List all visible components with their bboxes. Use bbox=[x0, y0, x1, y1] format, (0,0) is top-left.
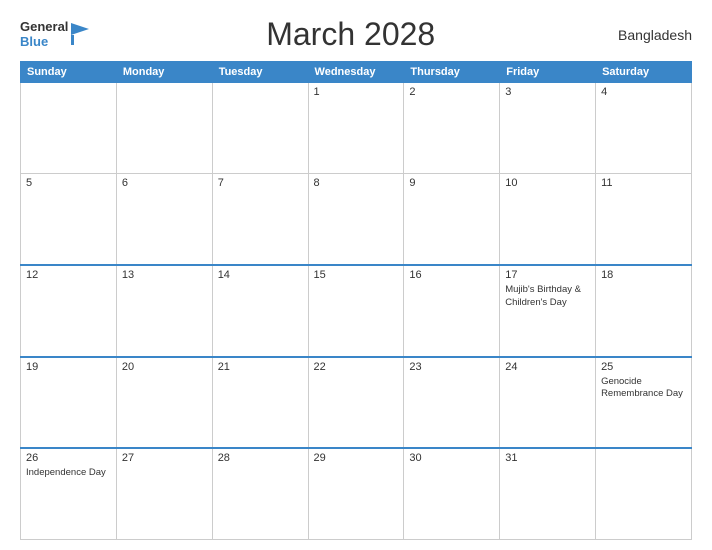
day-number: 22 bbox=[314, 361, 399, 373]
day-number: 11 bbox=[601, 177, 686, 189]
calendar-cell: 6 bbox=[116, 174, 212, 265]
day-number: 14 bbox=[218, 269, 303, 281]
day-number: 1 bbox=[314, 86, 399, 98]
day-number: 10 bbox=[505, 177, 590, 189]
weekday-header: Thursday bbox=[404, 62, 500, 83]
weekday-header: Friday bbox=[500, 62, 596, 83]
day-number: 26 bbox=[26, 452, 111, 464]
day-number: 31 bbox=[505, 452, 590, 464]
day-number: 7 bbox=[218, 177, 303, 189]
day-number: 17 bbox=[505, 269, 590, 281]
calendar-cell: 13 bbox=[116, 265, 212, 356]
weekday-header: Sunday bbox=[21, 62, 117, 83]
logo-flag-icon bbox=[71, 23, 89, 45]
calendar-cell: 25 GenocideRemembrance Day bbox=[596, 357, 692, 448]
day-number: 13 bbox=[122, 269, 207, 281]
holiday-label: Mujib's Birthday &Children's Day bbox=[505, 284, 590, 309]
calendar-body: 1234567891011121314151617Mujib's Birthda… bbox=[21, 83, 692, 540]
calendar-page: General Blue March 2028 Bangladesh Sunda… bbox=[0, 0, 712, 550]
calendar-header: General Blue March 2028 Bangladesh bbox=[20, 16, 692, 53]
calendar-cell: 29 bbox=[308, 448, 404, 539]
weekday-header: Wednesday bbox=[308, 62, 404, 83]
day-number: 19 bbox=[26, 361, 111, 373]
day-number: 25 bbox=[601, 361, 686, 373]
calendar-cell: 16 bbox=[404, 265, 500, 356]
calendar-cell: 26 Independence Day bbox=[21, 448, 117, 539]
day-number: 5 bbox=[26, 177, 111, 189]
calendar-cell: 27 bbox=[116, 448, 212, 539]
day-number: 29 bbox=[314, 452, 399, 464]
calendar-cell: 17 Mujib's Birthday &Children's Day bbox=[500, 265, 596, 356]
day-number: 9 bbox=[409, 177, 494, 189]
day-number: 28 bbox=[218, 452, 303, 464]
calendar-header-row: SundayMondayTuesdayWednesdayThursdayFrid… bbox=[21, 62, 692, 83]
calendar-cell: 1 bbox=[308, 83, 404, 174]
calendar-cell: 30 bbox=[404, 448, 500, 539]
weekday-header: Saturday bbox=[596, 62, 692, 83]
day-number: 6 bbox=[122, 177, 207, 189]
calendar-cell: 19 bbox=[21, 357, 117, 448]
calendar-cell: 20 bbox=[116, 357, 212, 448]
calendar-cell: 5 bbox=[21, 174, 117, 265]
calendar-cell: 4 bbox=[596, 83, 692, 174]
day-number: 23 bbox=[409, 361, 494, 373]
calendar-cell: 11 bbox=[596, 174, 692, 265]
day-number: 8 bbox=[314, 177, 399, 189]
calendar-cell bbox=[116, 83, 212, 174]
calendar-cell bbox=[596, 448, 692, 539]
holiday-label: GenocideRemembrance Day bbox=[601, 376, 686, 401]
calendar-table: SundayMondayTuesdayWednesdayThursdayFrid… bbox=[20, 61, 692, 540]
calendar-cell: 23 bbox=[404, 357, 500, 448]
day-number: 30 bbox=[409, 452, 494, 464]
calendar-cell: 8 bbox=[308, 174, 404, 265]
calendar-cell: 15 bbox=[308, 265, 404, 356]
day-number: 12 bbox=[26, 269, 111, 281]
day-number: 3 bbox=[505, 86, 590, 98]
calendar-cell bbox=[212, 83, 308, 174]
country-label: Bangladesh bbox=[612, 27, 692, 43]
calendar-cell: 3 bbox=[500, 83, 596, 174]
day-number: 15 bbox=[314, 269, 399, 281]
day-number: 16 bbox=[409, 269, 494, 281]
day-number: 18 bbox=[601, 269, 686, 281]
calendar-cell: 14 bbox=[212, 265, 308, 356]
logo-blue: Blue bbox=[20, 35, 68, 49]
day-number: 27 bbox=[122, 452, 207, 464]
day-number: 2 bbox=[409, 86, 494, 98]
calendar-cell: 9 bbox=[404, 174, 500, 265]
weekday-header: Monday bbox=[116, 62, 212, 83]
day-number: 4 bbox=[601, 86, 686, 98]
day-number: 24 bbox=[505, 361, 590, 373]
calendar-cell: 18 bbox=[596, 265, 692, 356]
calendar-cell: 2 bbox=[404, 83, 500, 174]
calendar-cell: 24 bbox=[500, 357, 596, 448]
calendar-cell: 7 bbox=[212, 174, 308, 265]
calendar-cell bbox=[21, 83, 117, 174]
logo-general: General bbox=[20, 20, 68, 34]
calendar-cell: 10 bbox=[500, 174, 596, 265]
calendar-cell: 31 bbox=[500, 448, 596, 539]
day-number: 20 bbox=[122, 361, 207, 373]
calendar-cell: 21 bbox=[212, 357, 308, 448]
weekday-header: Tuesday bbox=[212, 62, 308, 83]
calendar-cell: 28 bbox=[212, 448, 308, 539]
calendar-cell: 22 bbox=[308, 357, 404, 448]
calendar-cell: 12 bbox=[21, 265, 117, 356]
calendar-title: March 2028 bbox=[89, 16, 612, 53]
holiday-label: Independence Day bbox=[26, 467, 111, 479]
logo: General Blue bbox=[20, 20, 89, 49]
day-number: 21 bbox=[218, 361, 303, 373]
